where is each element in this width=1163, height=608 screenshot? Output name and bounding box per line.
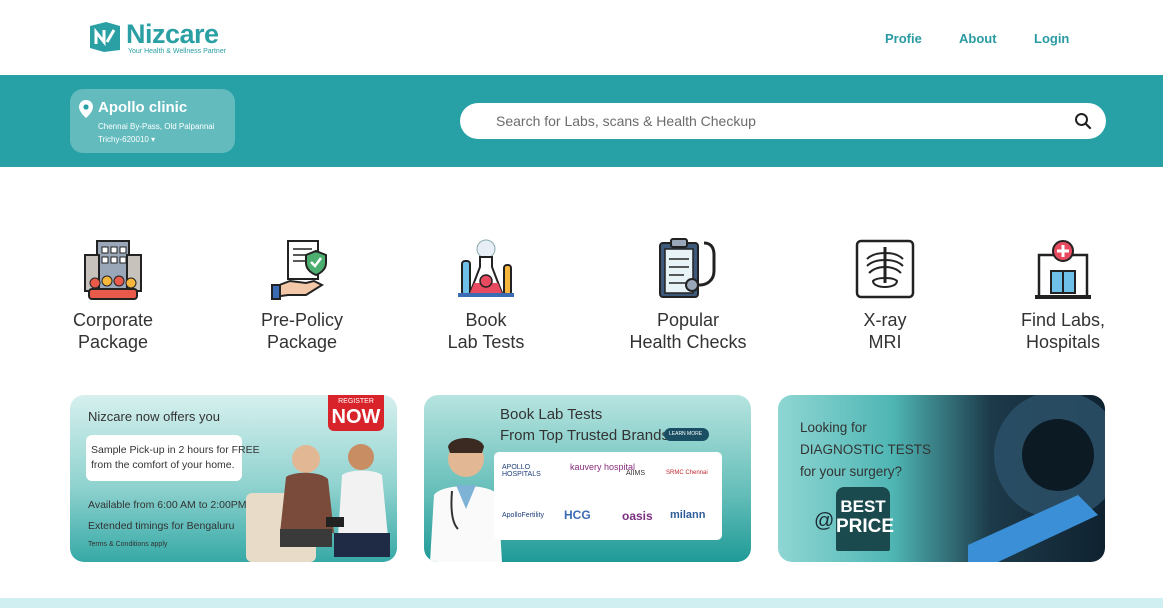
banner1-intro: Nizcare now offers you — [88, 409, 220, 424]
nizcare-logo-icon — [90, 22, 120, 52]
price-text: PRICE — [836, 516, 895, 537]
category-corporate-package[interactable]: Corporate Package — [28, 237, 198, 353]
mri-scanner-illustration — [968, 395, 1105, 562]
lab-flask-icon — [458, 239, 514, 297]
bottom-strip — [0, 598, 1163, 608]
nav-login-link[interactable]: Login — [1034, 31, 1069, 46]
category-label: Pre-Policy Package — [260, 310, 344, 352]
location-pin-icon — [79, 100, 93, 118]
xray-chest-icon — [855, 239, 915, 299]
banner2-title-line2: From Top Trusted Brands — [500, 427, 669, 444]
pickup-line1: Sample Pick-up in 2 hours for FREE — [91, 444, 260, 456]
register-now-badge: REGISTER NOW — [328, 395, 384, 431]
banner-diagnostic-tests[interactable]: Looking for DIAGNOSTIC TESTS for your su… — [778, 395, 1105, 562]
category-pre-policy-package[interactable]: Pre-Policy Package — [217, 237, 387, 353]
banner2-title: Book Lab Tests From Top Trusted Brands — [500, 404, 669, 446]
policy-hand-icon — [271, 240, 327, 300]
brand-srmc: SRMC Chennai — [666, 470, 708, 476]
best-price-badge: BEST PRICE — [836, 487, 895, 551]
location-selector[interactable]: Apollo clinic Chennai By-Pass, Old Palpa… — [70, 89, 235, 153]
banner3-at-sign: @ — [814, 510, 835, 532]
learn-more-button[interactable]: LEARN MORE — [664, 428, 709, 441]
doctor-patient-illustration — [246, 444, 390, 562]
nav-about-link[interactable]: About — [959, 31, 997, 46]
category-label: Find Labs, Hospitals — [1020, 310, 1106, 352]
search-band: Apollo clinic Chennai By-Pass, Old Palpa… — [0, 75, 1163, 167]
search-icon[interactable] — [1074, 112, 1092, 130]
banner3-line3: for your surgery? — [800, 464, 903, 479]
banner1-extended: Extended timings for Bengaluru — [88, 520, 235, 532]
brand-logo-grid: APOLLO HOSPITALS kauvery hospital AIIMS … — [494, 452, 722, 540]
brand-name: Nizcare — [126, 19, 219, 49]
pickup-info-text: Sample Pick-up in 2 hours for FREE from … — [91, 443, 260, 473]
category-label: Popular Health Checks — [629, 310, 747, 352]
search-bar[interactable]: Search for Labs, scans & Health Checkup — [460, 103, 1106, 139]
category-book-lab-tests[interactable]: Book Lab Tests — [401, 237, 571, 353]
banner3-line2: DIAGNOSTIC TESTS — [800, 442, 932, 457]
best-text: BEST — [840, 497, 886, 516]
search-input[interactable]: Search for Labs, scans & Health Checkup — [496, 113, 756, 129]
nav-profile-link[interactable]: Profie — [885, 31, 922, 46]
learn-more-label: LEARN MORE — [669, 431, 703, 437]
banner3-line1: Looking for — [800, 420, 867, 435]
location-address-line1: Chennai By-Pass, Old Palpannai — [98, 122, 215, 131]
office-building-icon — [84, 240, 142, 300]
location-address: Chennai By-Pass, Old Palpannai Trichy-62… — [98, 120, 215, 146]
location-address-line2: Trichy-620010 ▾ — [98, 135, 156, 144]
banner-trusted-brands[interactable]: Book Lab Tests From Top Trusted Brands L… — [424, 395, 751, 562]
banner3-text: Looking for DIAGNOSTIC TESTS for your su… — [800, 417, 931, 483]
category-xray-mri[interactable]: X-ray MRI — [800, 237, 970, 353]
category-find-labs-hospitals[interactable]: Find Labs, Hospitals — [978, 237, 1148, 353]
badge-now-text: NOW — [331, 406, 381, 428]
brand-tagline: Your Health & Wellness Partner — [128, 48, 227, 55]
pickup-line2: from the comfort of your home. — [91, 459, 235, 471]
category-label: Book Lab Tests — [447, 310, 525, 352]
pickup-info-box: Sample Pick-up in 2 hours for FREE from … — [86, 435, 260, 481]
top-header: Nizcare Your Health & Wellness Partner P… — [0, 0, 1163, 75]
category-popular-health-checks[interactable]: Popular Health Checks — [603, 237, 773, 353]
clipboard-stethoscope-icon — [659, 238, 716, 298]
banner-sample-pickup[interactable]: Nizcare now offers you REGISTER NOW Samp… — [70, 395, 397, 562]
banner1-hours: Available from 6:00 AM to 2:00PM — [88, 499, 247, 511]
category-label: X-ray MRI — [863, 310, 907, 352]
brand-oasis: oasis — [622, 509, 653, 523]
banner1-terms: Terms & Conditions apply — [88, 541, 168, 548]
hospital-icon — [1035, 240, 1091, 299]
banner2-title-line1: Book Lab Tests — [500, 406, 603, 423]
doctor-illustration — [430, 438, 502, 562]
brand-apollo-fertility: ApolloFertility — [502, 512, 545, 519]
category-label: Corporate Package — [72, 310, 154, 352]
location-name: Apollo clinic — [98, 99, 188, 116]
brand-aiims: AIIMS — [626, 470, 646, 477]
brand-hcg: HCG — [564, 508, 591, 522]
brand-milann: milann — [670, 509, 706, 521]
brand-apollo: APOLLO HOSPITALS — [502, 464, 541, 478]
nizcare-logo[interactable]: Nizcare Your Health & Wellness Partner — [88, 20, 226, 56]
